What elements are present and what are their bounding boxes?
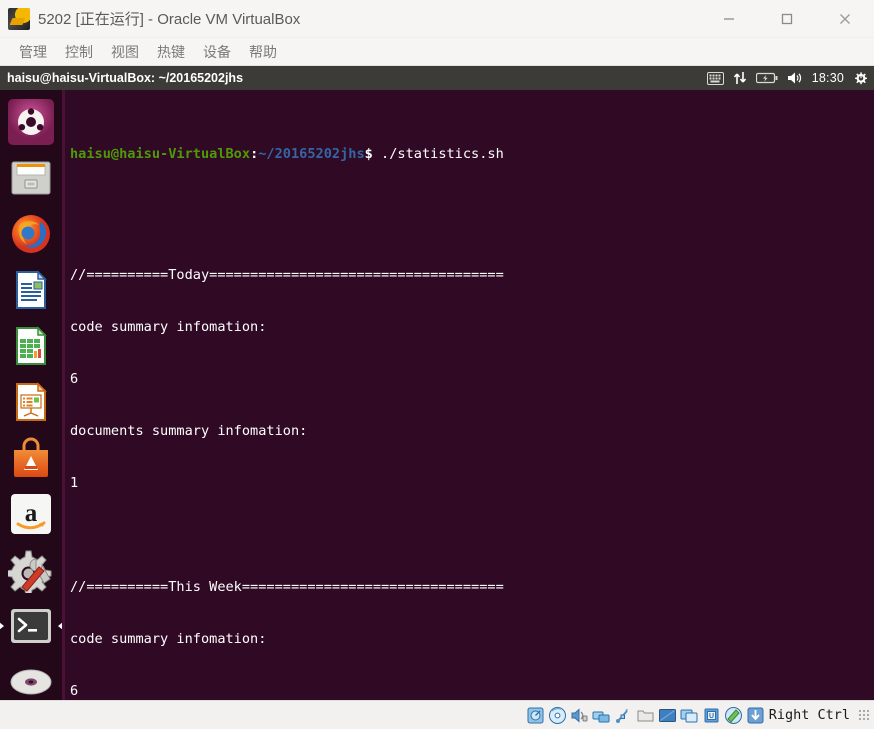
- virtualbox-status-bar: U Right Ctrl: [0, 700, 874, 729]
- menu-hotkey[interactable]: 热键: [148, 40, 194, 64]
- panel-clock[interactable]: 18:30: [812, 71, 844, 85]
- launcher-item-software[interactable]: [5, 432, 57, 484]
- menu-bar: 管理 控制 视图 热键 设备 帮助: [0, 38, 874, 66]
- svg-text:U: U: [709, 713, 714, 720]
- launcher-item-impress[interactable]: [5, 376, 57, 428]
- unity-launcher: a: [0, 90, 63, 700]
- menu-devices[interactable]: 设备: [194, 40, 240, 64]
- terminal-output: haisu@haisu-VirtualBox:~/20165202jhs$ ./…: [66, 94, 874, 700]
- menu-view[interactable]: 视图: [102, 40, 148, 64]
- libreoffice-impress-icon: [16, 382, 47, 421]
- terminal-line: 6: [70, 371, 79, 387]
- folder-icon[interactable]: [636, 706, 655, 725]
- terminal-prompt-line: haisu@haisu-VirtualBox:~/20165202jhs$ ./…: [70, 146, 874, 163]
- terminal-command: ./statistics.sh: [372, 145, 504, 162]
- harddisk-icon[interactable]: [526, 706, 545, 725]
- svg-text:a: a: [25, 500, 38, 527]
- prompt-dollar: $: [364, 145, 373, 162]
- guest-screen: haisu@haisu-VirtualBox: ~/20165202jhs 18…: [0, 66, 874, 700]
- terminal-line-section-this-week: //==========This Week===================…: [70, 578, 504, 595]
- launcher-item-settings[interactable]: [5, 544, 57, 596]
- amazon-icon: a: [11, 494, 51, 534]
- terminal-line: code summary infomation:: [70, 319, 267, 336]
- host-key-icon[interactable]: [746, 706, 765, 725]
- cpu-icon[interactable]: U: [702, 706, 721, 725]
- launcher-item-writer[interactable]: [5, 264, 57, 316]
- cd-icon[interactable]: [548, 706, 567, 725]
- record-icon[interactable]: [680, 706, 699, 725]
- ubuntu-dash-icon: [8, 99, 54, 145]
- prompt-path: ~/20165202jhs: [258, 145, 365, 162]
- window-controls: [700, 0, 874, 37]
- terminal-window[interactable]: haisu@haisu-VirtualBox:~/20165202jhs$ ./…: [62, 90, 874, 700]
- status-indicator-icons: U: [526, 706, 765, 725]
- menu-manage[interactable]: 管理: [10, 40, 56, 64]
- terminal-left-edge: [62, 90, 65, 700]
- audio-icon[interactable]: [570, 706, 589, 725]
- launcher-item-amazon[interactable]: a: [5, 488, 57, 540]
- ubuntu-top-panel: haisu@haisu-VirtualBox: ~/20165202jhs 18…: [0, 66, 874, 90]
- title-bar: 5202 [正在运行] - Oracle VM VirtualBox: [0, 0, 874, 38]
- minimize-icon[interactable]: [700, 0, 758, 38]
- host-key-label: Right Ctrl: [768, 707, 850, 723]
- display-icon[interactable]: [658, 706, 677, 725]
- network-updown-icon[interactable]: [733, 71, 747, 85]
- launcher-item-files[interactable]: [5, 152, 57, 204]
- libreoffice-writer-icon: [16, 270, 47, 309]
- terminal-line: documents summary infomation:: [70, 422, 308, 439]
- firefox-icon: [12, 215, 50, 253]
- panel-indicators: 18:30: [706, 71, 874, 86]
- launcher-item-terminal[interactable]: [0, 600, 63, 652]
- prompt-user-host: haisu@haisu-VirtualBox: [70, 145, 251, 162]
- mouse-icon[interactable]: [724, 706, 743, 725]
- terminal-line-section-today: //==========Today=======================…: [70, 267, 504, 284]
- optical-disc-icon: [10, 669, 52, 695]
- speaker-icon[interactable]: [787, 71, 803, 85]
- battery-icon[interactable]: [755, 72, 778, 84]
- gear-power-icon[interactable]: [853, 71, 868, 86]
- network-icon[interactable]: [592, 706, 611, 725]
- maximize-icon[interactable]: [758, 0, 816, 38]
- terminal-icon: [11, 609, 51, 643]
- launcher-item-disc[interactable]: [5, 656, 57, 700]
- terminal-line: code summary infomation:: [70, 630, 267, 647]
- close-icon[interactable]: [816, 0, 874, 38]
- terminal-line: 1: [70, 474, 79, 491]
- files-nautilus-icon: [11, 161, 51, 195]
- virtualbox-logo-icon: [8, 7, 30, 30]
- launcher-item-dash[interactable]: [5, 96, 57, 148]
- system-settings-icon: [8, 550, 52, 593]
- ubuntu-software-icon: [14, 437, 48, 477]
- menu-control[interactable]: 控制: [56, 40, 102, 64]
- panel-window-title: haisu@haisu-VirtualBox: ~/20165202jhs: [7, 71, 244, 85]
- libreoffice-calc-icon: [16, 326, 47, 365]
- keyboard-icon[interactable]: [706, 71, 724, 85]
- menu-help[interactable]: 帮助: [240, 40, 286, 64]
- window-title: 5202 [正在运行] - Oracle VM VirtualBox: [38, 11, 301, 28]
- resize-grip[interactable]: [858, 709, 870, 721]
- launcher-item-firefox[interactable]: [5, 208, 57, 260]
- virtualbox-window: 5202 [正在运行] - Oracle VM VirtualBox 管理 控制…: [0, 0, 874, 729]
- terminal-line: 6: [70, 682, 79, 699]
- launcher-item-calc[interactable]: [5, 320, 57, 372]
- usb-icon[interactable]: [614, 706, 633, 725]
